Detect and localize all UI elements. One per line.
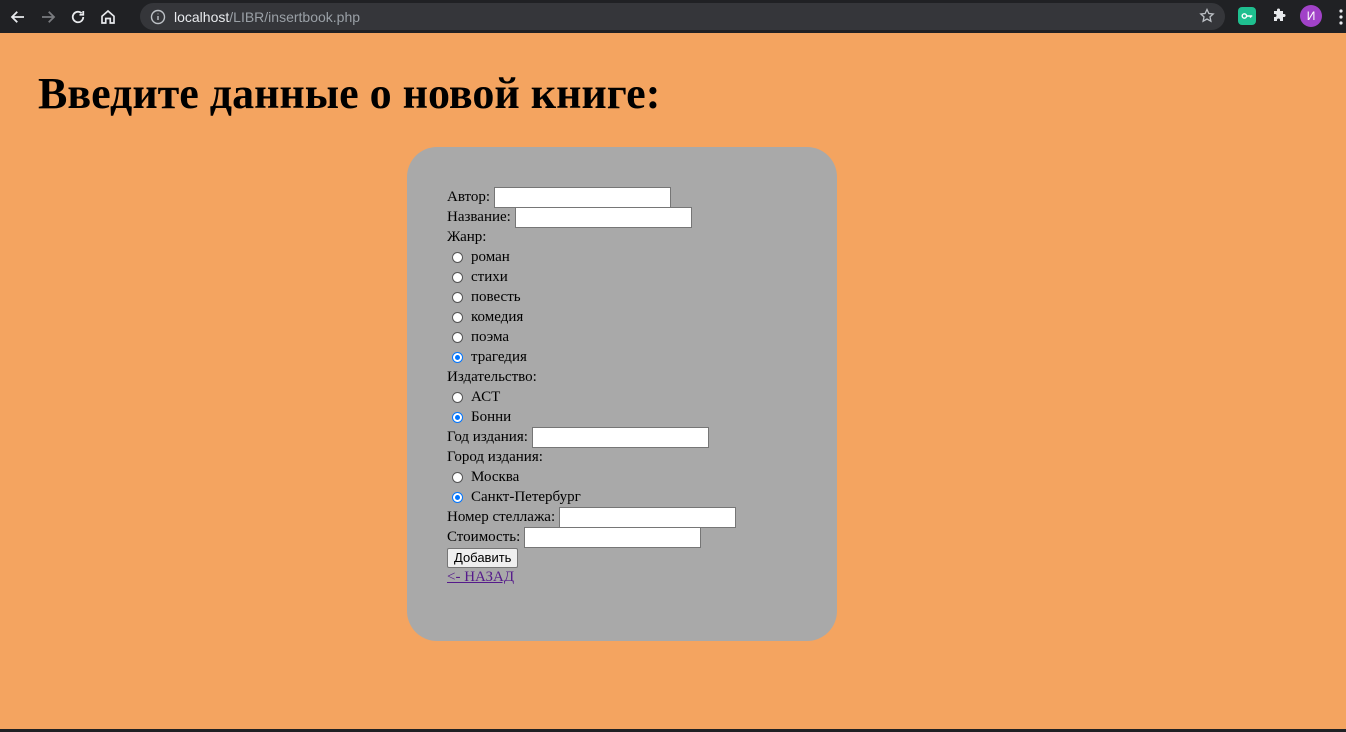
genre-radio[interactable] xyxy=(452,351,463,363)
shelf-input[interactable] xyxy=(559,506,737,528)
genre-option-label: стихи xyxy=(471,269,508,285)
city-option-label: Москва xyxy=(471,469,520,485)
genre-option-novel[interactable]: роман xyxy=(447,247,837,267)
genre-radio[interactable] xyxy=(452,251,463,263)
city-option-label: Санкт-Петербург xyxy=(471,489,581,505)
city-option-spb[interactable]: Санкт-Петербург xyxy=(447,487,837,507)
genre-option-label: поэма xyxy=(471,329,510,345)
genre-option-comedy[interactable]: комедия xyxy=(447,307,837,327)
title-row: Название: xyxy=(447,206,837,228)
url-text[interactable]: localhost/LIBR/insertbook.php xyxy=(174,9,360,25)
price-label: Стоимость: xyxy=(447,529,521,545)
publisher-option-ast[interactable]: АСТ xyxy=(447,387,837,407)
year-row: Год издания: xyxy=(447,426,837,448)
genre-option-novella[interactable]: повесть xyxy=(447,287,837,307)
author-row: Автор: xyxy=(447,186,837,208)
page-title: Введите данные о новой книге: xyxy=(38,69,661,118)
key-extension-icon[interactable] xyxy=(1238,7,1256,25)
genre-radio[interactable] xyxy=(452,331,463,343)
publisher-option-label: Бонни xyxy=(471,409,512,425)
genre-option-tragedy[interactable]: трагедия xyxy=(447,347,837,367)
genre-label: Жанр: xyxy=(447,229,487,245)
genre-radio[interactable] xyxy=(452,291,463,303)
add-button[interactable]: Добавить xyxy=(447,547,519,568)
author-label: Автор: xyxy=(447,189,491,205)
publisher-option-bonni[interactable]: Бонни xyxy=(447,407,837,427)
publisher-radio[interactable] xyxy=(452,391,463,403)
back-link[interactable]: <- НАЗАД xyxy=(447,567,514,587)
city-option-moscow[interactable]: Москва xyxy=(447,467,837,487)
genre-option-poems[interactable]: стихи xyxy=(447,267,837,287)
publisher-label: Издательство: xyxy=(447,369,537,385)
address-bar[interactable]: localhost/LIBR/insertbook.php xyxy=(140,3,1225,30)
year-input[interactable] xyxy=(531,426,709,448)
profile-avatar[interactable]: И xyxy=(1300,5,1322,27)
genre-option-label: роман xyxy=(471,249,510,265)
city-radio[interactable] xyxy=(452,471,463,483)
book-form: Автор: Название: Жанр: роман стихи повес… xyxy=(407,147,837,641)
city-radio[interactable] xyxy=(452,491,463,503)
genre-option-label: комедия xyxy=(471,309,524,325)
publisher-option-label: АСТ xyxy=(471,389,501,405)
bookmark-star-icon[interactable] xyxy=(1199,7,1215,24)
browser-toolbar: localhost/LIBR/insertbook.php И xyxy=(0,0,1346,33)
reload-icon[interactable] xyxy=(66,5,90,29)
genre-radio[interactable] xyxy=(452,271,463,283)
url-host: localhost xyxy=(174,8,230,25)
city-label: Город издания: xyxy=(447,449,543,465)
genre-radio[interactable] xyxy=(452,311,463,323)
title-label: Название: xyxy=(447,209,511,225)
home-icon[interactable] xyxy=(96,5,120,29)
genre-option-label: трагедия xyxy=(471,349,527,365)
extensions-puzzle-icon[interactable] xyxy=(1270,7,1288,25)
submit-row: Добавить xyxy=(447,547,837,568)
url-path: /LIBR/insertbook.php xyxy=(229,8,361,25)
genre-option-poem[interactable]: поэма xyxy=(447,327,837,347)
kebab-menu-icon[interactable] xyxy=(1336,8,1346,26)
back-arrow-icon[interactable] xyxy=(6,5,30,29)
publisher-radio[interactable] xyxy=(452,411,463,423)
price-row: Стоимость: xyxy=(447,526,837,548)
info-icon[interactable] xyxy=(150,9,166,25)
shelf-label: Номер стеллажа: xyxy=(447,509,556,525)
year-label: Год издания: xyxy=(447,429,528,445)
back-row: <- НАЗАД xyxy=(447,567,837,587)
author-input[interactable] xyxy=(494,186,672,208)
genre-option-label: повесть xyxy=(471,289,521,305)
title-input[interactable] xyxy=(514,206,692,228)
forward-arrow-icon[interactable] xyxy=(36,5,60,29)
shelf-row: Номер стеллажа: xyxy=(447,506,837,528)
price-input[interactable] xyxy=(524,526,702,548)
